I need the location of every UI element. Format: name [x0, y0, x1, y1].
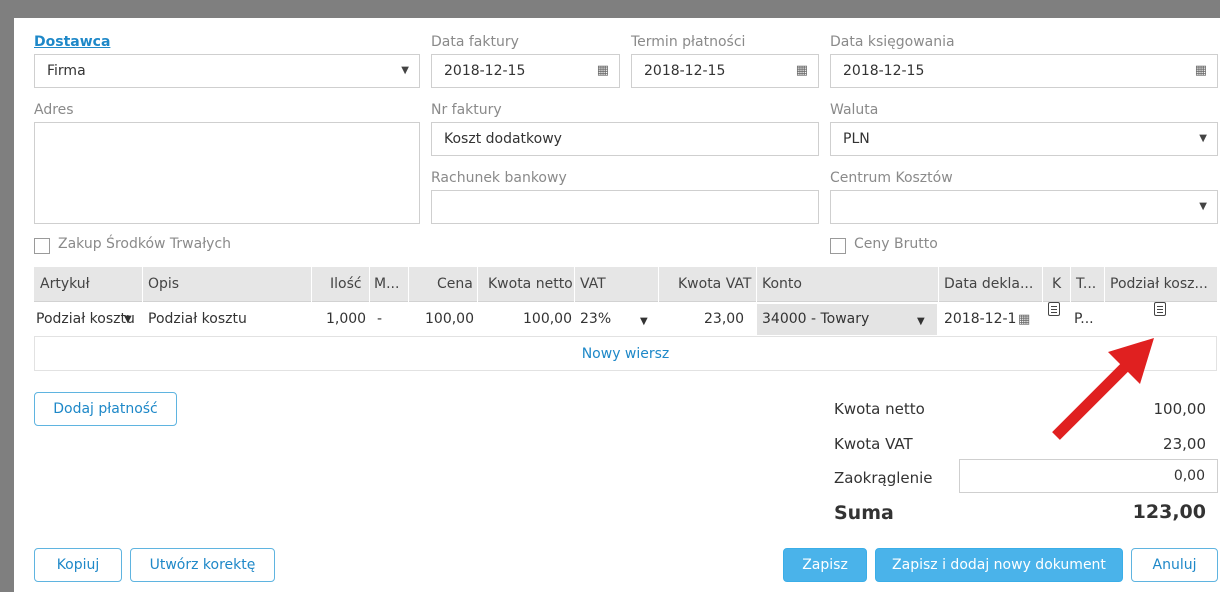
address-label: Adres: [34, 102, 74, 118]
column-separator: [938, 267, 939, 302]
col-cost-split[interactable]: Podział kosz...: [1110, 267, 1208, 302]
save-button[interactable]: Zapisz: [783, 548, 867, 582]
chevron-down-icon: ▼: [1199, 201, 1207, 212]
posting-date-field[interactable]: 2018-12-15 ▦: [830, 54, 1218, 88]
cell-decl-date[interactable]: 2018-12-1: [944, 302, 1016, 337]
invoice-date-value: 2018-12-15: [444, 63, 526, 79]
col-description[interactable]: Opis: [148, 267, 179, 302]
supplier-value: Firma: [47, 63, 86, 79]
col-account[interactable]: Konto: [762, 267, 802, 302]
address-textarea[interactable]: [34, 122, 420, 224]
cell-price[interactable]: 100,00: [425, 302, 474, 337]
document-icon: [1048, 302, 1060, 316]
save-and-new-button[interactable]: Zapisz i dodaj nowy dokument: [875, 548, 1123, 582]
column-separator: [369, 267, 370, 302]
column-separator: [574, 267, 575, 302]
table-row[interactable]: Podział kosztu ▼ Podział kosztu 1,000 - …: [34, 302, 1217, 337]
invoice-no-input[interactable]: Koszt dodatkowy: [431, 122, 819, 156]
create-correction-button[interactable]: Utwórz korektę: [130, 548, 275, 582]
grid-header: Artykuł Opis Ilość M... Cena Kwota netto…: [34, 267, 1217, 302]
supplier-label[interactable]: Dostawca: [34, 34, 110, 50]
chevron-down-icon: ▼: [401, 65, 409, 76]
fixed-assets-label: Zakup Środków Trwałych: [58, 236, 232, 252]
column-separator: [1042, 267, 1043, 302]
chevron-down-icon: ▼: [917, 316, 925, 327]
invoice-date-field[interactable]: 2018-12-15 ▦: [431, 54, 620, 88]
column-separator: [311, 267, 312, 302]
cell-vat-amount[interactable]: 23,00: [704, 302, 744, 337]
column-separator: [142, 267, 143, 302]
col-vat[interactable]: VAT: [580, 267, 606, 302]
col-quantity[interactable]: Ilość: [330, 267, 362, 302]
cost-center-label: Centrum Kosztów: [830, 170, 953, 186]
arrow-shaft: [1052, 360, 1132, 440]
invoice-form: Dostawca Data faktury Termin płatności D…: [14, 18, 1220, 592]
cell-unit[interactable]: -: [377, 302, 382, 337]
col-price[interactable]: Cena: [437, 267, 473, 302]
col-k[interactable]: K: [1052, 267, 1061, 302]
posting-date-value: 2018-12-15: [843, 63, 925, 79]
supplier-select[interactable]: Firma ▼: [34, 54, 420, 88]
annotation-arrow: [1052, 338, 1154, 440]
calendar-icon[interactable]: ▦: [1018, 302, 1030, 337]
payment-due-field[interactable]: 2018-12-15 ▦: [631, 54, 819, 88]
col-unit[interactable]: M...: [374, 267, 399, 302]
column-separator: [658, 267, 659, 302]
bank-account-label: Rachunek bankowy: [431, 170, 567, 186]
grand-total-label: Suma: [834, 502, 894, 524]
gross-prices-checkbox[interactable]: [830, 238, 846, 254]
currency-value: PLN: [843, 131, 870, 147]
calendar-icon[interactable]: ▦: [796, 55, 808, 87]
column-separator: [1104, 267, 1105, 302]
cancel-button[interactable]: Anuluj: [1131, 548, 1218, 582]
column-separator: [756, 267, 757, 302]
net-total-label: Kwota netto: [834, 400, 925, 418]
column-separator: [408, 267, 409, 302]
currency-select[interactable]: PLN ▼: [830, 122, 1218, 156]
invoice-no-value: Koszt dodatkowy: [444, 131, 562, 147]
rounding-label: Zaokrąglenie: [834, 469, 933, 487]
column-separator: [1070, 267, 1071, 302]
gross-prices-label: Ceny Brutto: [854, 236, 938, 252]
cell-vat[interactable]: 23%: [580, 302, 611, 337]
rounding-input[interactable]: 0,00: [959, 459, 1218, 493]
currency-label: Waluta: [830, 102, 879, 118]
col-decl-date[interactable]: Data dekla...: [944, 267, 1033, 302]
cell-article[interactable]: Podział kosztu: [36, 302, 136, 337]
col-net-amount[interactable]: Kwota netto: [488, 267, 573, 302]
col-t[interactable]: T...: [1076, 267, 1096, 302]
chevron-down-icon: ▼: [1199, 133, 1207, 144]
column-separator: [477, 267, 478, 302]
copy-button[interactable]: Kopiuj: [34, 548, 122, 582]
invoice-no-label: Nr faktury: [431, 102, 502, 118]
calendar-icon[interactable]: ▦: [1195, 55, 1207, 87]
cell-account: 34000 - Towary: [762, 311, 870, 327]
grand-total-value: 123,00: [1132, 501, 1206, 523]
col-article[interactable]: Artykuł: [40, 267, 90, 302]
cell-description[interactable]: Podział kosztu: [148, 302, 247, 337]
posting-date-label: Data księgowania: [830, 34, 955, 50]
invoice-date-label: Data faktury: [431, 34, 519, 50]
payment-due-label: Termin płatności: [631, 34, 746, 50]
document-icon: [1154, 302, 1166, 316]
col-vat-amount[interactable]: Kwota VAT: [678, 267, 751, 302]
vat-total-label: Kwota VAT: [834, 435, 913, 453]
chevron-down-icon[interactable]: ▼: [124, 302, 132, 337]
new-row-link[interactable]: Nowy wiersz: [34, 337, 1217, 371]
calendar-icon[interactable]: ▦: [597, 55, 609, 87]
payment-due-value: 2018-12-15: [644, 63, 726, 79]
cell-net-amount[interactable]: 100,00: [523, 302, 572, 337]
account-select[interactable]: 34000 - Towary ▼: [757, 304, 937, 335]
chevron-down-icon[interactable]: ▼: [640, 304, 648, 339]
fixed-assets-checkbox[interactable]: [34, 238, 50, 254]
rounding-value: 0,00: [1173, 468, 1205, 484]
cell-quantity[interactable]: 1,000: [326, 302, 366, 337]
add-payment-button[interactable]: Dodaj płatność: [34, 392, 177, 426]
cost-center-select[interactable]: ▼: [830, 190, 1218, 224]
bank-account-input[interactable]: [431, 190, 819, 224]
